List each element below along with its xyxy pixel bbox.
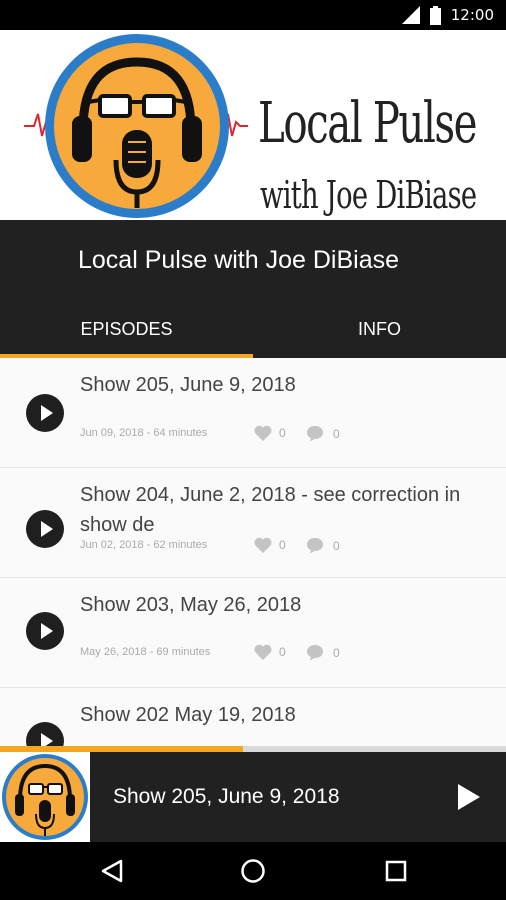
- tab-info[interactable]: INFO: [253, 300, 506, 358]
- status-icons: 12:00: [401, 0, 494, 30]
- list-item[interactable]: Show 205, June 9, 2018 Jun 09, 2018 - 64…: [0, 358, 506, 468]
- episode-list[interactable]: Show 205, June 9, 2018 Jun 09, 2018 - 64…: [0, 358, 506, 752]
- comment-button[interactable]: 0: [306, 537, 340, 554]
- status-time: 12:00: [450, 6, 494, 24]
- comment-icon: [307, 538, 323, 554]
- heart-icon: [254, 644, 272, 660]
- back-icon[interactable]: [82, 842, 142, 900]
- status-bar: 12:00: [0, 0, 506, 30]
- signal-icon: [401, 6, 420, 24]
- list-item[interactable]: Show 202 May 19, 2018: [0, 688, 506, 752]
- podcast-header: Local Pulse with Joe DiBiase EPISODES IN…: [0, 220, 506, 358]
- list-item[interactable]: Show 203, May 26, 2018 May 26, 2018 - 69…: [0, 578, 506, 688]
- comment-count: 0: [333, 426, 340, 441]
- comment-icon: [307, 645, 323, 661]
- episode-meta: Jun 02, 2018 - 62 minutes: [80, 539, 208, 551]
- like-count: 0: [279, 645, 286, 659]
- comment-count: 0: [333, 645, 340, 660]
- episode-title: Show 202 May 19, 2018: [80, 704, 296, 726]
- battery-icon: [429, 5, 441, 25]
- episode-title: Show 204, June 2, 2018 - see correction …: [80, 484, 461, 536]
- tab-bar: EPISODES INFO: [0, 300, 506, 358]
- podcast-logo-thumbnail: [2, 754, 88, 840]
- comment-icon: [307, 426, 323, 442]
- play-icon[interactable]: [26, 612, 64, 650]
- play-icon[interactable]: [26, 394, 64, 432]
- episode-meta: May 26, 2018 - 69 minutes: [80, 646, 211, 658]
- episode-thumbnail: [0, 752, 90, 842]
- tab-episodes[interactable]: EPISODES: [0, 300, 253, 358]
- like-count: 0: [279, 426, 286, 440]
- system-nav-bar: [0, 842, 506, 900]
- like-count: 0: [279, 538, 286, 552]
- play-icon[interactable]: [26, 510, 64, 548]
- mini-player[interactable]: Show 205, June 9, 2018: [0, 752, 506, 842]
- podcast-banner: Local Pulse with Joe DiBiase: [0, 30, 506, 220]
- podcast-logo: [24, 34, 248, 218]
- page-title: Local Pulse with Joe DiBiase: [78, 246, 399, 274]
- comment-button[interactable]: 0: [306, 644, 340, 661]
- list-item[interactable]: Show 204, June 2, 2018 - see correction …: [0, 468, 506, 578]
- episode-title: Show 203, May 26, 2018: [80, 594, 302, 616]
- now-playing-title: Show 205, June 9, 2018: [113, 785, 340, 808]
- heart-icon: [254, 537, 272, 553]
- home-icon[interactable]: [223, 842, 283, 900]
- like-button[interactable]: 0: [254, 644, 286, 660]
- player-play-icon[interactable]: [458, 784, 480, 810]
- like-button[interactable]: 0: [254, 537, 286, 553]
- episode-meta: Jun 09, 2018 - 64 minutes: [80, 427, 208, 439]
- logo-subtitle: with Joe DiBiase: [260, 173, 477, 217]
- comment-count: 0: [333, 538, 340, 553]
- comment-button[interactable]: 0: [306, 425, 340, 442]
- logo-title: Local Pulse: [258, 91, 478, 156]
- like-button[interactable]: 0: [254, 425, 286, 441]
- episode-title: Show 205, June 9, 2018: [80, 374, 296, 396]
- heart-icon: [254, 425, 272, 441]
- recents-icon[interactable]: [366, 842, 426, 900]
